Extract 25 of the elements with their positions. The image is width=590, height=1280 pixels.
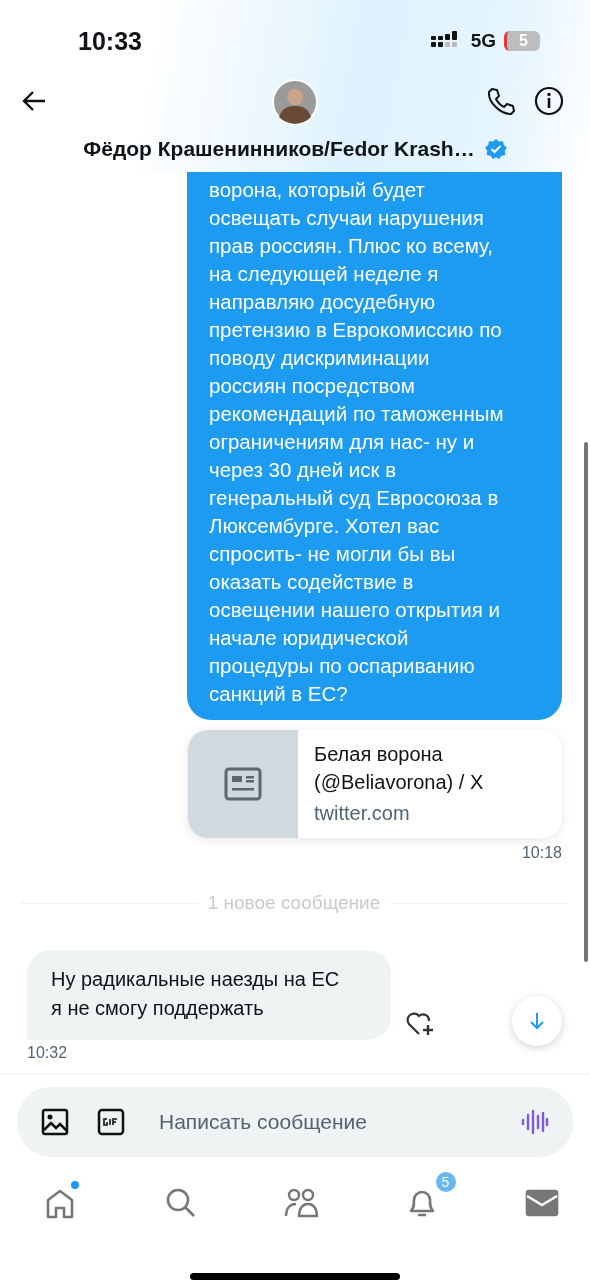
add-reaction-icon[interactable] xyxy=(405,1010,435,1038)
article-icon xyxy=(224,767,262,801)
gif-icon[interactable] xyxy=(97,1108,125,1136)
notification-count: 5 xyxy=(435,1172,456,1192)
received-message: Ну радикальные наезды на ЕС я не смогу поддержать xyxy=(27,950,391,1040)
avatar[interactable] xyxy=(272,79,318,125)
phone-icon[interactable] xyxy=(486,86,516,116)
link-domain: twitter.com xyxy=(314,802,411,825)
status-time: 10:33 xyxy=(78,26,142,56)
message-time: 10:32 xyxy=(27,1044,69,1062)
image-icon[interactable] xyxy=(41,1108,69,1136)
message-input[interactable]: Написать сообщение xyxy=(157,1109,493,1135)
arrow-down-icon xyxy=(528,1011,546,1031)
info-icon[interactable] xyxy=(534,86,564,116)
scrollbar[interactable] xyxy=(584,442,588,962)
contact-name: Фёдор Крашенинников/Fedor Krash… xyxy=(83,137,475,161)
battery-indicator: 5 xyxy=(504,31,540,51)
scroll-down-button[interactable] xyxy=(512,996,562,1046)
network-label: 5G xyxy=(470,30,497,52)
voice-icon[interactable] xyxy=(521,1109,549,1135)
message-time: 10:18 xyxy=(521,844,562,862)
sent-message: ворона, который будет освещать случаи нарушения прав россиян. Плюс ко всему, на следующей неделе я направляю досудебную претензию в Еврокомиссию по поводу дискриминации россиян посредством рекомендаций по таможенным ограничениям для нас- ну и через 30 дней иск в генеральный суд Евросоюза в Люксембурге. Хотел вас спросить- не могли бы вы оказать содействие в освещении нашего открытия и начале юридической процедуры по оспариванию санкций в ЕС? xyxy=(187,172,562,720)
new-messages-divider: 1 новое сообщение xyxy=(207,892,381,914)
link-preview-card[interactable]: Белая ворона (@Beliavorona) / X twitter.com xyxy=(188,730,562,838)
link-title: Белая ворона (@Beliavorona) / X xyxy=(314,742,484,795)
